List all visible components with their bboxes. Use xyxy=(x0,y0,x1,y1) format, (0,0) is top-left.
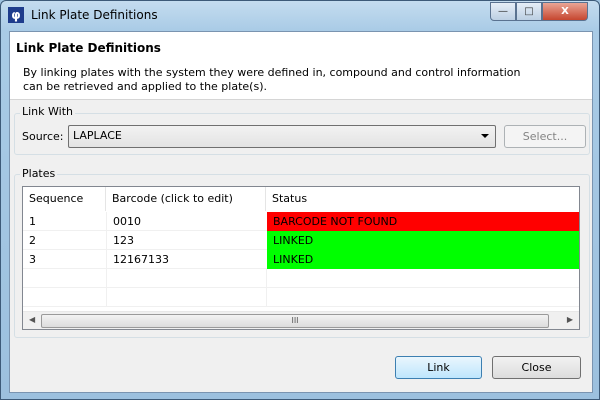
header-title: Link Plate Definitions xyxy=(16,41,161,55)
source-value: LAPLACE xyxy=(73,129,122,142)
select-button[interactable]: Select... xyxy=(504,125,586,148)
plates-label: Plates xyxy=(20,167,58,180)
sequence-cell: 3 xyxy=(29,253,36,266)
table-row[interactable]: 1 0010 BARCODE NOT FOUND xyxy=(23,212,579,231)
dialog-header: Link Plate Definitions By linking plates… xyxy=(10,32,592,100)
window-title: Link Plate Definitions xyxy=(31,8,158,22)
horizontal-scrollbar[interactable]: ◀ III ▶ xyxy=(23,311,579,329)
scrollbar-thumb[interactable]: III xyxy=(41,314,549,328)
maximize-button[interactable]: □ xyxy=(516,2,542,21)
minimize-button[interactable]: — xyxy=(490,2,516,21)
dialog-client: Link Plate Definitions By linking plates… xyxy=(9,31,593,393)
barcode-cell[interactable]: 12167133 xyxy=(106,250,266,269)
plates-table: Sequence Barcode (click to edit) Status … xyxy=(22,186,580,330)
scroll-left-icon[interactable]: ◀ xyxy=(29,315,35,324)
link-button[interactable]: Link xyxy=(395,356,482,379)
barcode-cell[interactable]: 0010 xyxy=(106,212,266,231)
sequence-cell: 1 xyxy=(29,215,36,228)
header-description: By linking plates with the system they w… xyxy=(23,66,521,93)
table-row[interactable]: 3 12167133 LINKED xyxy=(23,250,579,269)
sequence-cell: 2 xyxy=(29,234,36,247)
link-with-label: Link With xyxy=(20,105,75,118)
source-label: Source: xyxy=(22,130,64,143)
close-button[interactable]: Close xyxy=(492,356,581,379)
scroll-right-icon[interactable]: ▶ xyxy=(567,315,573,324)
chevron-down-icon xyxy=(481,134,489,138)
dialog-window: φ Link Plate Definitions — □ X Link Plat… xyxy=(0,0,600,400)
app-logo-icon: φ xyxy=(8,7,24,23)
close-window-button[interactable]: X xyxy=(542,2,588,21)
column-header-sequence[interactable]: Sequence xyxy=(23,187,106,211)
status-cell: LINKED xyxy=(267,250,579,269)
table-row[interactable]: 2 123 LINKED xyxy=(23,231,579,250)
source-dropdown[interactable]: LAPLACE xyxy=(68,125,496,148)
column-header-barcode[interactable]: Barcode (click to edit) xyxy=(106,187,266,211)
column-header-status[interactable]: Status xyxy=(266,187,579,211)
barcode-cell[interactable]: 123 xyxy=(106,231,266,250)
status-cell: LINKED xyxy=(267,231,579,250)
status-cell: BARCODE NOT FOUND xyxy=(267,212,579,231)
